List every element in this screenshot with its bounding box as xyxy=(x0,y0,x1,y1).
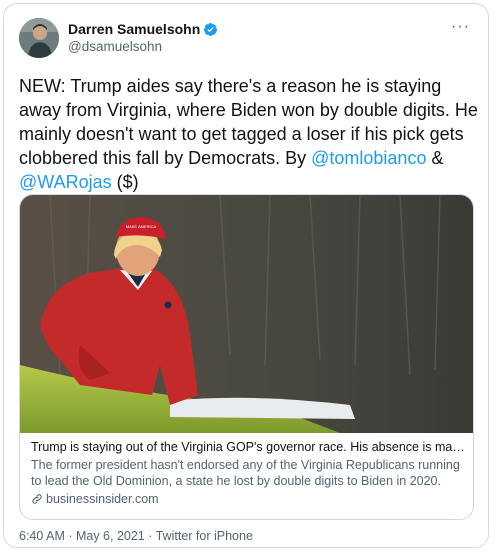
tweet-header: Darren Samuelsohn @dsamuelsohn ··· xyxy=(19,18,476,62)
display-name-text: Darren Samuelsohn xyxy=(68,21,201,37)
verified-badge-icon xyxy=(204,22,218,36)
link-icon xyxy=(32,494,42,504)
avatar[interactable] xyxy=(19,18,59,58)
tweet-connector: & xyxy=(426,148,444,168)
card-text: Trump is staying out of the Virginia GOP… xyxy=(31,439,466,507)
tweet-text: NEW: Trump aides say there's a reason he… xyxy=(19,74,481,194)
card-domain-row: businessinsider.com xyxy=(31,491,466,507)
author-handle[interactable]: @dsamuelsohn xyxy=(68,38,218,56)
card-description: The former president hasn't endorsed any… xyxy=(31,458,460,488)
author-display-name[interactable]: Darren Samuelsohn xyxy=(68,20,218,38)
author-names: Darren Samuelsohn @dsamuelsohn xyxy=(68,20,218,56)
card-title: Trump is staying out of the Virginia GOP… xyxy=(31,440,466,454)
hat-logo: MAKE AMERICA xyxy=(126,224,157,229)
mention-tomlobianco[interactable]: @tomlobianco xyxy=(311,148,426,168)
avatar-image xyxy=(19,18,59,58)
tweet-suffix: ($) xyxy=(111,172,139,192)
card-image[interactable]: MAKE AMERICA xyxy=(20,195,473,433)
link-preview-card[interactable]: MAKE AMERICA Trump is staying out of the… xyxy=(19,194,474,520)
mention-warojas[interactable]: @WARojas xyxy=(19,172,112,192)
tweet-timestamp[interactable]: 6:40 AM · May 6, 2021 · Twitter for iPho… xyxy=(19,528,253,544)
card-domain: businessinsider.com xyxy=(46,492,159,506)
card-photo: MAKE AMERICA xyxy=(20,195,473,433)
more-options-icon[interactable]: ··· xyxy=(451,18,470,36)
tweet-card: Darren Samuelsohn @dsamuelsohn ··· NEW: … xyxy=(3,3,489,548)
